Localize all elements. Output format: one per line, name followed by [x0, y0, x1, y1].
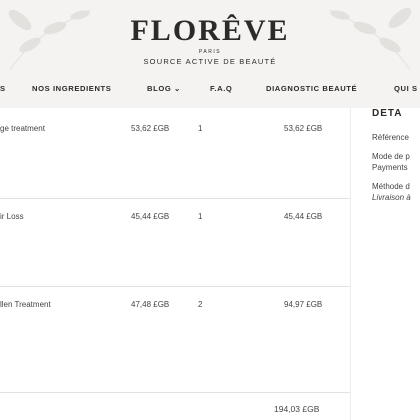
item-quantity: 1: [198, 212, 203, 221]
row-divider: [0, 392, 350, 393]
order-items-table: [0, 108, 350, 420]
nav-item-faq[interactable]: F.A.Q: [210, 84, 232, 93]
payment-method-value: Payments: [372, 163, 408, 172]
payment-method-label: Mode de p: [372, 152, 410, 161]
item-total: 45,44 £GB: [284, 212, 323, 221]
item-unit-price: 47,48 £GB: [131, 300, 170, 309]
nav-item-nos-ingredients[interactable]: NOS INGREDIENTS: [32, 84, 111, 93]
nav-item-blog[interactable]: BLOG ⌄: [147, 84, 181, 93]
brand-tagline: SOURCE ACTIVE DE BEAUTÉ: [143, 57, 277, 66]
item-unit-price: 53,62 £GB: [131, 124, 170, 133]
item-name: ge treatment: [0, 124, 45, 133]
brand-logo[interactable]: FLORÊVE PARIS SOURCE ACTIVE DE BEAUTÉ: [0, 14, 420, 66]
item-quantity: 1: [198, 124, 203, 133]
item-total: 94,97 £GB: [284, 300, 323, 309]
sidebar-heading: DETA: [372, 108, 403, 119]
shipping-method-value: Livraison à: [372, 193, 411, 202]
brand-name: FLORÊVE: [130, 14, 290, 47]
reference-label: Référence: [372, 133, 409, 142]
main-nav: S NOS INGREDIENTS BLOG ⌄ F.A.Q DIAGNOSTI…: [0, 80, 420, 98]
item-name: ir Loss: [0, 212, 24, 221]
site-header: FLORÊVE PARIS SOURCE ACTIVE DE BEAUTÉ S …: [0, 0, 420, 108]
item-total: 53,62 £GB: [284, 124, 323, 133]
brand-city: PARIS: [198, 49, 222, 55]
item-quantity: 2: [198, 300, 203, 309]
order-grand-total: 194,03 £GB: [274, 404, 320, 414]
item-name: llen Treatment: [0, 300, 51, 309]
row-divider: [0, 286, 350, 287]
column-separator: [350, 108, 351, 420]
nav-item-cut-left[interactable]: S: [0, 84, 6, 93]
nav-item-diagnostic-beaute[interactable]: DIAGNOSTIC BEAUTÉ: [266, 84, 357, 93]
row-divider: [0, 198, 350, 199]
shipping-method-label: Méthode d: [372, 182, 410, 191]
order-details-sidebar: DETA Référence Mode de p Payments Méthod…: [372, 108, 420, 420]
nav-item-qui-sommes[interactable]: QUI S: [394, 84, 418, 93]
item-unit-price: 45,44 £GB: [131, 212, 170, 221]
